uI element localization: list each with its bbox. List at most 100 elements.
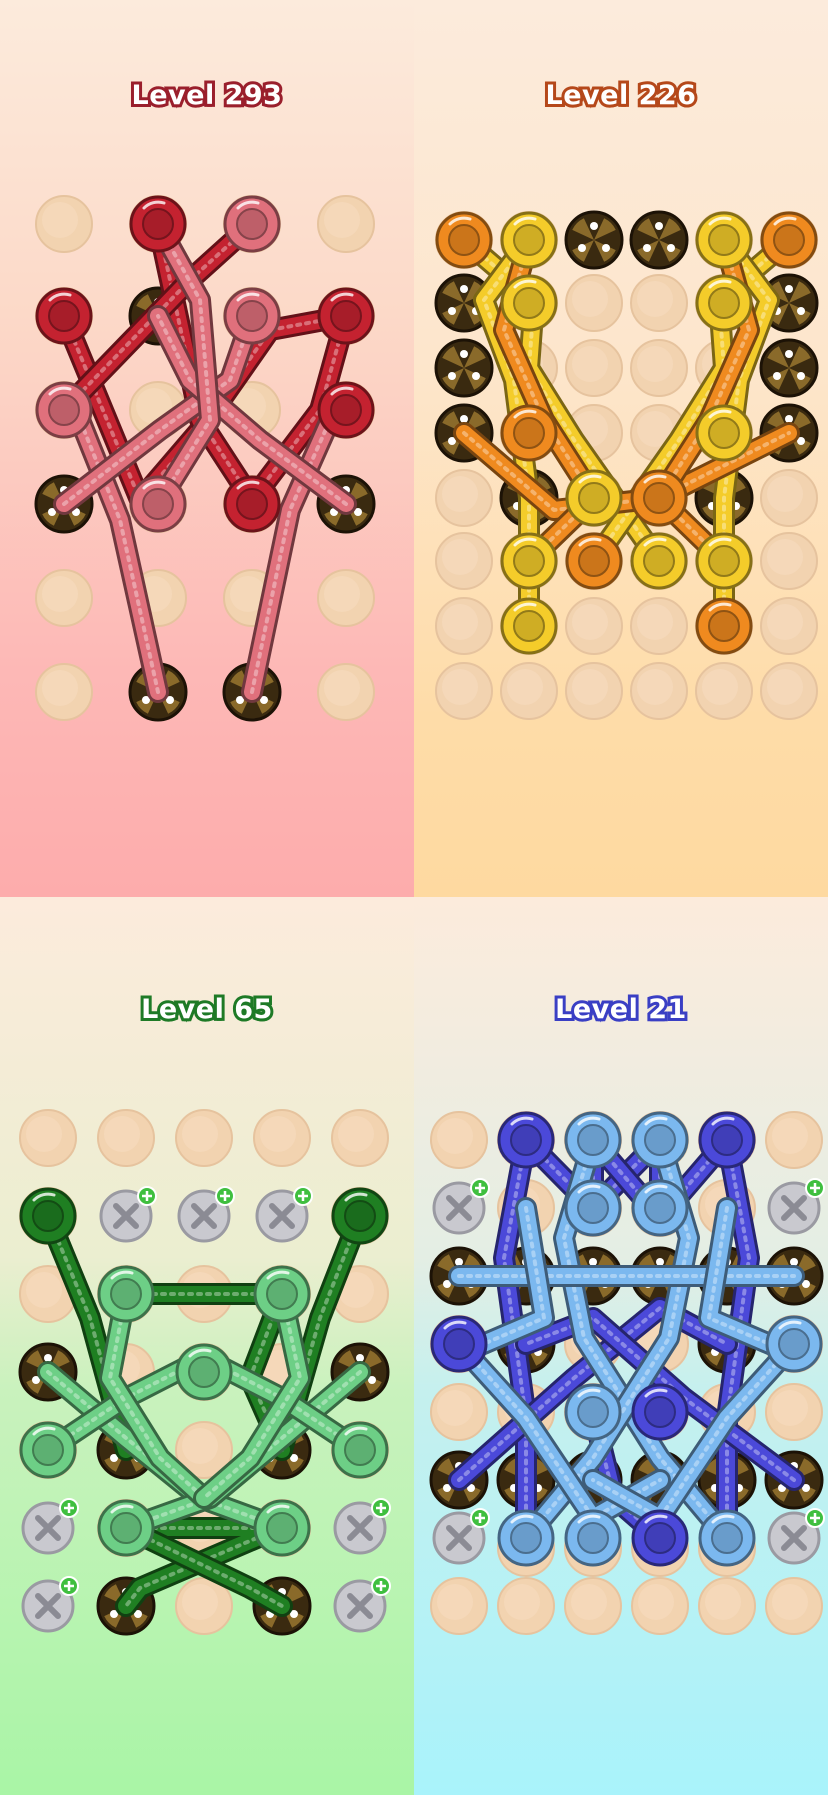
rope-end-ring[interactable] [19, 1421, 77, 1479]
rope-end-ring[interactable] [698, 1509, 756, 1567]
level-panel-65: Level 65 [0, 898, 414, 1795]
rope-end-ring[interactable] [695, 274, 753, 332]
peg-hole-icon [765, 1577, 823, 1635]
peg-hole-icon [497, 1577, 555, 1635]
rope-end-ring[interactable] [317, 287, 375, 345]
peg-hole-icon [317, 663, 375, 721]
rope-end-ring[interactable] [35, 287, 93, 345]
level-panel-293: Level 293 [0, 0, 414, 897]
rope-end-ring[interactable] [630, 532, 688, 590]
rope-end-ring[interactable] [565, 469, 623, 527]
rope-end-ring[interactable] [223, 195, 281, 253]
rope-end-ring[interactable] [695, 532, 753, 590]
rope-end-ring[interactable] [760, 211, 818, 269]
screw-icon[interactable] [434, 338, 494, 398]
peg-hole-icon [630, 662, 688, 720]
peg-hole-icon [317, 569, 375, 627]
rope-end-ring[interactable] [129, 195, 187, 253]
locked-peg-icon[interactable] [21, 1498, 79, 1555]
locked-peg-icon[interactable] [21, 1576, 79, 1633]
peg-hole-icon [760, 532, 818, 590]
rope-end-ring[interactable] [497, 1509, 555, 1567]
locked-peg-icon[interactable] [767, 1178, 825, 1235]
screw-icon[interactable] [629, 210, 689, 270]
peg-hole-icon [565, 339, 623, 397]
peg-hole-icon [760, 662, 818, 720]
rope-end-ring[interactable] [631, 1509, 689, 1567]
rope-end-ring[interactable] [500, 597, 558, 655]
screw-icon[interactable] [759, 338, 819, 398]
locked-peg-icon[interactable] [333, 1498, 391, 1555]
peg-hole-icon [97, 1109, 155, 1167]
puzzle-board[interactable] [414, 898, 828, 1795]
rope-end-ring[interactable] [497, 1111, 555, 1169]
rope-end-ring[interactable] [97, 1499, 155, 1557]
peg-hole-icon [435, 597, 493, 655]
rope-end-ring[interactable] [435, 211, 493, 269]
locked-peg-icon[interactable] [432, 1508, 490, 1565]
peg-hole-icon [175, 1109, 233, 1167]
rope-end-ring[interactable] [223, 475, 281, 533]
rope-end-ring[interactable] [765, 1315, 823, 1373]
peg-hole-icon [35, 569, 93, 627]
rope-end-ring[interactable] [698, 1111, 756, 1169]
puzzle-board[interactable] [0, 0, 414, 897]
peg-hole-icon [19, 1109, 77, 1167]
rope-end-ring[interactable] [565, 532, 623, 590]
peg-hole-icon [35, 195, 93, 253]
rope-end-ring[interactable] [695, 404, 753, 462]
peg-hole-icon [765, 1383, 823, 1441]
locked-peg-icon[interactable] [255, 1186, 313, 1243]
rope-end-ring[interactable] [500, 211, 558, 269]
level-panel-226: Level 226 [414, 0, 828, 897]
peg-hole-icon [564, 1577, 622, 1635]
peg-hole-icon [435, 662, 493, 720]
peg-hole-icon [631, 1577, 689, 1635]
peg-hole-icon [430, 1577, 488, 1635]
locked-peg-icon[interactable] [333, 1576, 391, 1633]
rope-end-ring[interactable] [500, 404, 558, 462]
peg-hole-icon [430, 1383, 488, 1441]
rope-end-ring[interactable] [430, 1315, 488, 1373]
peg-hole-icon [317, 195, 375, 253]
rope-end-ring[interactable] [253, 1499, 311, 1557]
rope-end-ring[interactable] [564, 1383, 622, 1441]
rope-end-ring[interactable] [564, 1179, 622, 1237]
rope-end-ring[interactable] [695, 597, 753, 655]
puzzle-board[interactable] [414, 0, 828, 897]
peg-hole-icon [698, 1577, 756, 1635]
rope-end-ring[interactable] [564, 1509, 622, 1567]
peg-hole-icon [430, 1111, 488, 1169]
rope-end-ring[interactable] [500, 532, 558, 590]
peg-hole-icon [435, 469, 493, 527]
rope-end-ring[interactable] [564, 1111, 622, 1169]
rope-end-ring[interactable] [35, 381, 93, 439]
rope-end-ring[interactable] [97, 1265, 155, 1323]
rope-end-ring[interactable] [175, 1343, 233, 1401]
rope-end-ring[interactable] [630, 469, 688, 527]
screw-icon[interactable] [564, 210, 624, 270]
rope-end-ring[interactable] [331, 1187, 389, 1245]
peg-hole-icon [435, 532, 493, 590]
peg-hole-icon [500, 662, 558, 720]
rope-end-ring[interactable] [631, 1179, 689, 1237]
rope-end-ring[interactable] [253, 1265, 311, 1323]
peg-hole-icon [630, 339, 688, 397]
peg-hole-icon [331, 1109, 389, 1167]
peg-hole-icon [630, 597, 688, 655]
locked-peg-icon[interactable] [432, 1178, 490, 1235]
rope-end-ring[interactable] [129, 475, 187, 533]
rope-end-ring[interactable] [331, 1421, 389, 1479]
rope-end-ring[interactable] [19, 1187, 77, 1245]
rope-end-ring[interactable] [223, 287, 281, 345]
puzzle-board[interactable] [0, 898, 414, 1795]
rope-end-ring[interactable] [317, 381, 375, 439]
rope-end-ring[interactable] [631, 1111, 689, 1169]
peg-hole-icon [760, 469, 818, 527]
rope-end-ring[interactable] [500, 274, 558, 332]
rope-end-ring[interactable] [631, 1383, 689, 1441]
locked-peg-icon[interactable] [99, 1186, 157, 1243]
locked-peg-icon[interactable] [767, 1508, 825, 1565]
locked-peg-icon[interactable] [177, 1186, 235, 1243]
rope-end-ring[interactable] [695, 211, 753, 269]
